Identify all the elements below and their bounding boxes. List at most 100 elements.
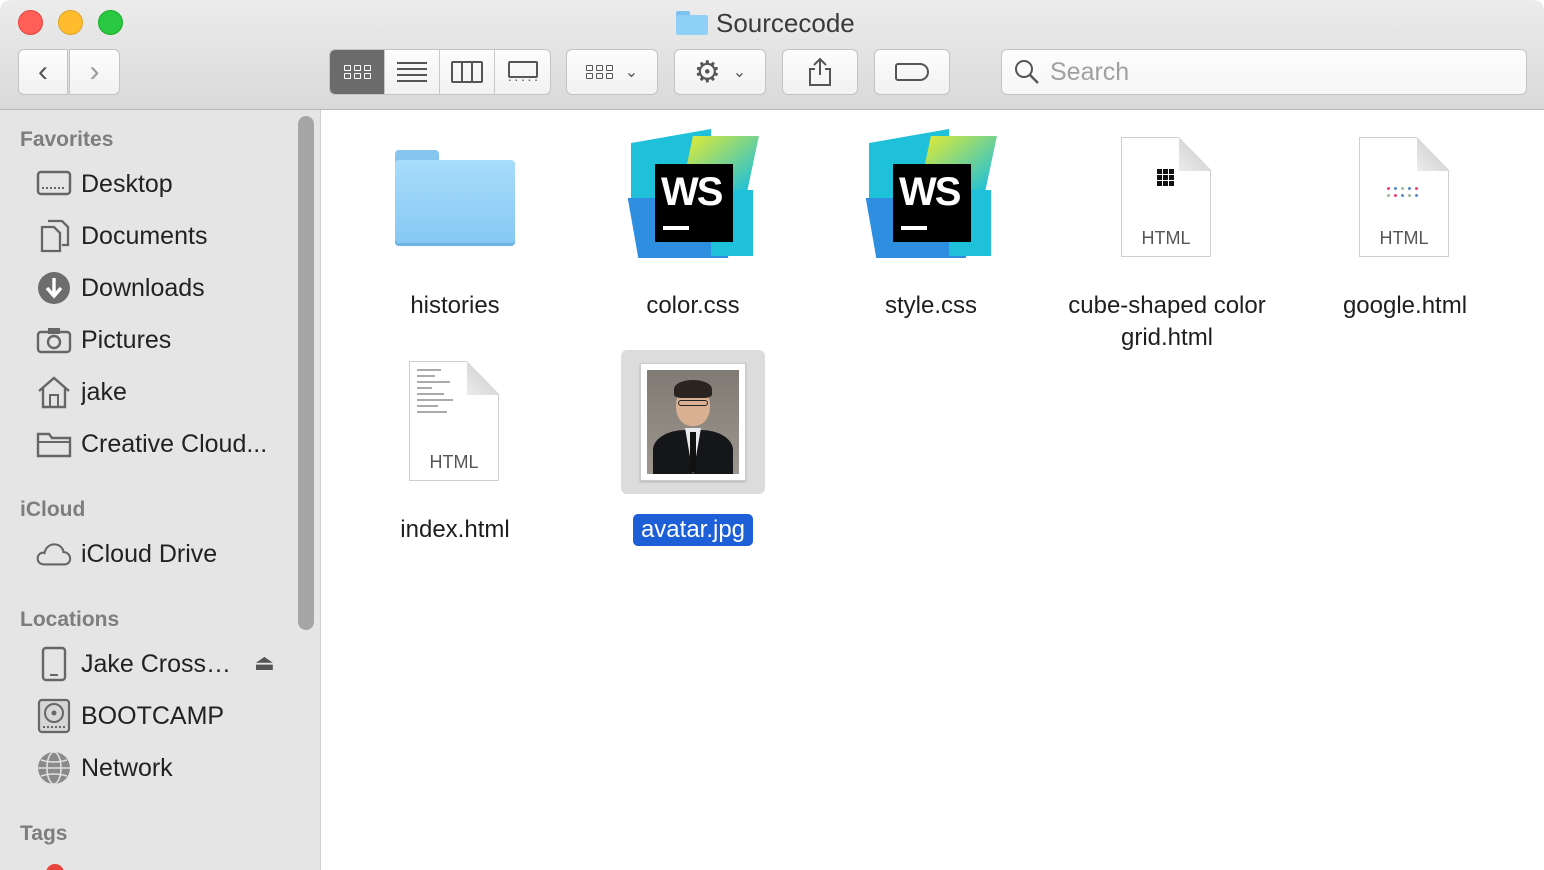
back-button[interactable]: ‹	[18, 49, 68, 95]
image-preview	[640, 363, 746, 481]
sidebar-section-tags: Tags	[20, 822, 68, 845]
file-item-cube-grid-html[interactable]: HTML cube-shaped color grid.html	[1048, 126, 1286, 354]
chevron-left-icon: ‹	[38, 55, 48, 88]
sidebar-item-label: Creative Cloud...	[81, 429, 268, 458]
desktop-icon	[36, 166, 72, 202]
folder-icon	[395, 150, 515, 246]
tags-button[interactable]	[874, 49, 950, 95]
file-extension-label: HTML	[429, 452, 479, 472]
cloud-icon	[36, 536, 72, 572]
share-button[interactable]	[782, 49, 858, 95]
webstorm-icon: WS	[627, 128, 759, 260]
column-view-icon	[451, 61, 483, 83]
chevron-down-icon: ⌄	[624, 64, 639, 81]
sidebar-section-favorites: Favorites	[20, 128, 114, 151]
file-extension-label: HTML	[1141, 228, 1191, 248]
sidebar-item-downloads[interactable]: Downloads	[36, 266, 286, 310]
sidebar-item-label: iCloud Drive	[81, 539, 218, 568]
tag-icon	[895, 63, 929, 81]
window-title-text: Sourcecode	[716, 7, 855, 38]
toolbar: Sourcecode ‹ › ⌄ ⚙ ⌄	[0, 0, 1544, 110]
file-name: style.css	[884, 292, 977, 319]
sidebar-item-label: Jake Cross…	[81, 649, 232, 678]
page-preview	[417, 369, 477, 417]
close-window-button[interactable]	[18, 10, 43, 35]
file-item-histories[interactable]: histories	[336, 126, 574, 322]
file-item-style-css[interactable]: WS style.css	[812, 126, 1050, 322]
search-icon	[1015, 60, 1039, 84]
html-document-icon: HTML	[409, 361, 501, 483]
icon-view-button[interactable]	[330, 50, 385, 94]
thumbnail: HTML	[1095, 126, 1239, 270]
thumbnail: HTML	[1333, 126, 1477, 270]
share-icon	[809, 57, 831, 86]
sidebar-section-locations: Locations	[20, 608, 120, 631]
file-name: color.css	[646, 292, 740, 319]
minimize-window-button[interactable]	[58, 10, 83, 35]
tablet-icon	[36, 646, 72, 682]
list-view-icon	[397, 62, 427, 82]
zoom-window-button[interactable]	[98, 10, 123, 35]
disk-icon	[36, 698, 72, 734]
list-view-button[interactable]	[385, 50, 440, 94]
thumbnail: HTML	[383, 350, 527, 494]
sidebar-item-label: Pictures	[81, 325, 172, 354]
group-icon	[585, 65, 613, 79]
gallery-view-button[interactable]	[495, 50, 550, 94]
file-name: cube-shaped color grid.html	[1068, 292, 1266, 351]
sidebar-item-creative-cloud[interactable]: Creative Cloud...	[36, 422, 286, 466]
sidebar-item-desktop[interactable]: Desktop	[36, 162, 286, 206]
thumbnail	[621, 350, 765, 494]
tag-red-dot[interactable]	[46, 864, 64, 870]
webstorm-logo-text: WS	[893, 164, 971, 242]
webstorm-icon: WS	[865, 128, 997, 260]
sidebar-item-jake[interactable]: jake	[36, 370, 286, 414]
sidebar-item-label: BOOTCAMP	[81, 701, 225, 730]
sidebar-item-label: Network	[81, 753, 173, 782]
group-by-button[interactable]: ⌄	[566, 49, 658, 95]
file-item-avatar-jpg[interactable]: avatar.jpg	[574, 350, 812, 546]
file-grid: histories WS color.css WS style.css HTML…	[322, 110, 1542, 870]
gallery-view-icon	[507, 61, 538, 87]
cube-grid-preview	[1157, 169, 1174, 186]
html-document-icon: HTML	[1121, 137, 1213, 259]
action-menu-button[interactable]: ⚙ ⌄	[674, 49, 766, 95]
network-icon	[36, 750, 72, 786]
file-item-google-html[interactable]: HTML google.html	[1286, 126, 1524, 322]
search-field[interactable]	[1001, 49, 1527, 95]
file-name: avatar.jpg	[632, 514, 754, 546]
folder-icon	[676, 11, 708, 35]
sidebar-item-documents[interactable]: Documents	[36, 214, 286, 258]
search-input[interactable]	[1050, 57, 1490, 87]
sidebar-item-label: Downloads	[81, 273, 205, 302]
window-title: Sourcecode	[676, 6, 855, 40]
sidebar-item-network[interactable]: Network	[36, 746, 286, 790]
sidebar-item-bootcamp[interactable]: BOOTCAMP	[36, 694, 286, 738]
sidebar-section-icloud: iCloud	[20, 498, 86, 521]
file-item-color-css[interactable]: WS color.css	[574, 126, 812, 322]
file-name: google.html	[1342, 292, 1468, 319]
folder-icon	[36, 426, 72, 462]
sidebar: Favorites Desktop Documents Downloads Pi…	[0, 110, 321, 870]
sidebar-item-device[interactable]: Jake Cross…	[36, 642, 286, 686]
forward-button[interactable]: ›	[69, 49, 120, 95]
sidebar-scrollbar[interactable]	[298, 116, 314, 630]
column-view-button[interactable]	[440, 50, 495, 94]
sidebar-item-icloud-drive[interactable]: iCloud Drive	[36, 532, 286, 576]
home-icon	[36, 374, 72, 410]
file-item-index-html[interactable]: HTML index.html	[336, 350, 574, 546]
eject-icon[interactable]: ⏏	[254, 650, 275, 676]
file-name: histories	[410, 292, 500, 319]
thumbnail: WS	[621, 126, 765, 270]
sidebar-item-label: Documents	[81, 221, 208, 250]
documents-icon	[36, 218, 72, 254]
sidebar-item-pictures[interactable]: Pictures	[36, 318, 286, 362]
chevron-right-icon: ›	[89, 55, 100, 88]
sidebar-item-label: jake	[81, 377, 127, 406]
downloads-icon	[36, 270, 72, 306]
file-extension-label: HTML	[1379, 228, 1429, 248]
sidebar-item-label: Desktop	[81, 169, 173, 198]
html-document-icon: HTML	[1359, 137, 1451, 259]
icon-view-icon	[343, 65, 371, 79]
page-preview	[1387, 187, 1418, 197]
